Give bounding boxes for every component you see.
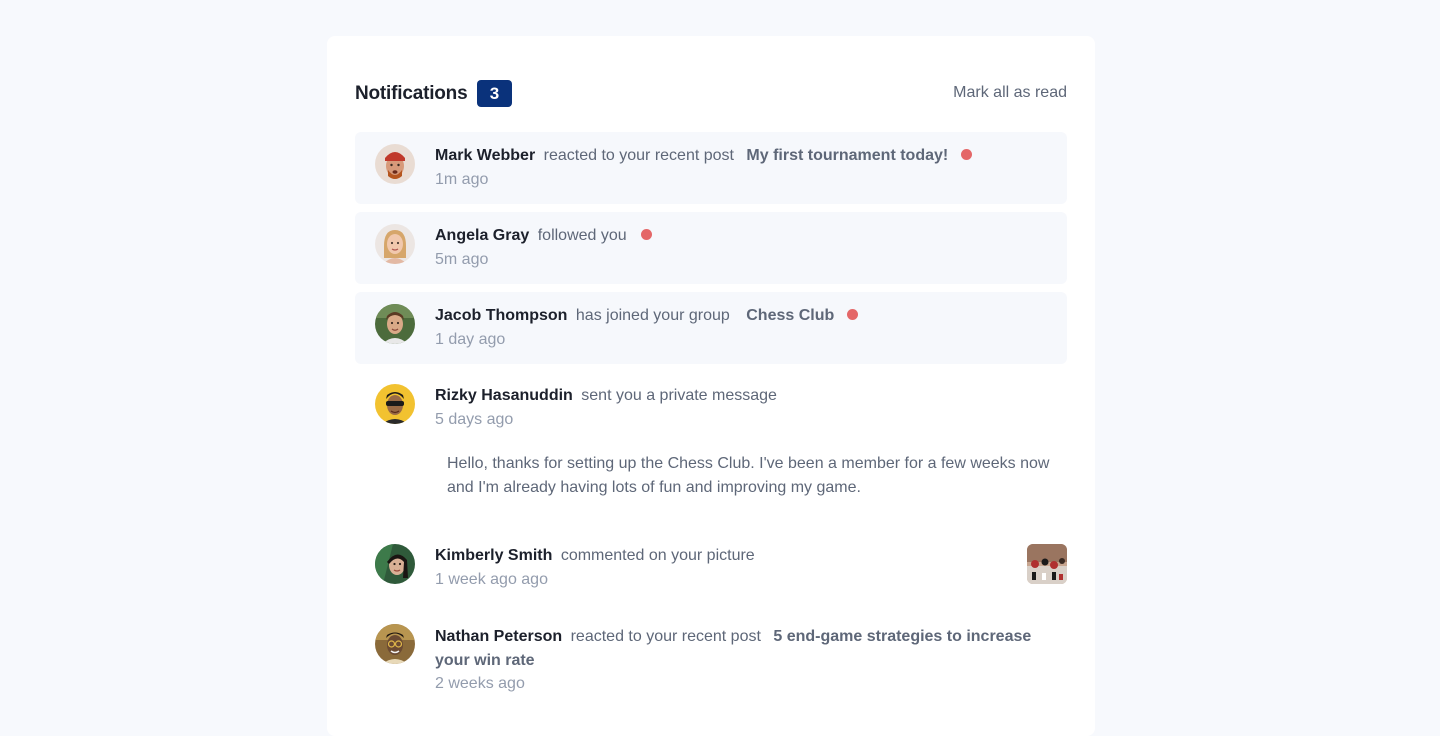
avatar-rizky-hasanuddin[interactable] — [375, 384, 415, 424]
unread-dot-indicator — [641, 229, 653, 240]
page-title: Notifications — [355, 83, 468, 104]
notification-action: reacted to your recent post — [543, 147, 734, 164]
user-name-link[interactable]: Mark Webber — [435, 147, 535, 164]
notification-action: commented on your picture — [560, 547, 755, 564]
unread-dot-indicator — [846, 309, 858, 320]
notification-action: sent you a private message — [581, 387, 777, 404]
avatar-angela-gray[interactable] — [375, 224, 415, 264]
notification-action: has joined your group — [575, 307, 730, 324]
post-link[interactable]: My first tournament today! — [746, 147, 948, 164]
notification-item[interactable]: Angela Gray followed you 5m ago — [355, 212, 1067, 284]
notification-item[interactable]: Jacob Thompson has joined your group Che… — [355, 292, 1067, 364]
notification-item[interactable]: Rizky Hasanuddin sent you a private mess… — [355, 372, 1067, 508]
user-name-link[interactable]: Nathan Peterson — [435, 628, 562, 645]
notification-item[interactable]: Nathan Peterson reacted to your recent p… — [355, 612, 1067, 712]
notification-text: Mark Webber reacted to your recent post … — [435, 145, 972, 167]
commented-picture-thumbnail[interactable] — [1027, 544, 1067, 584]
unread-count-badge: 3 — [477, 80, 512, 107]
private-message-preview[interactable]: Hello, thanks for setting up the Chess C… — [447, 452, 1059, 500]
user-name-link[interactable]: Kimberly Smith — [435, 547, 552, 564]
notification-text: Kimberly Smith commented on your picture — [435, 545, 759, 567]
avatar-kimberly-smith[interactable] — [375, 544, 415, 584]
notification-time: 2 weeks ago — [435, 675, 525, 692]
unread-dot-indicator — [960, 149, 972, 160]
avatar-mark-webber[interactable] — [375, 144, 415, 184]
notifications-card: Notifications 3 Mark all as read Mark We… — [327, 36, 1095, 736]
notification-time: 1 day ago — [435, 331, 506, 348]
notification-time: 1m ago — [435, 171, 489, 188]
notification-time: 5m ago — [435, 251, 489, 268]
notification-text: Nathan Peterson reacted to your recent p… — [435, 625, 1067, 673]
notifications-header: Notifications 3 Mark all as read — [355, 80, 1067, 108]
notification-item[interactable]: Kimberly Smith commented on your picture… — [355, 532, 1067, 604]
user-name-link[interactable]: Rizky Hasanuddin — [435, 387, 573, 404]
avatar-nathan-peterson[interactable] — [375, 624, 415, 664]
notification-time: 1 week ago ago — [435, 571, 548, 588]
group-link[interactable]: Chess Club — [746, 307, 834, 324]
notification-item[interactable]: Mark Webber reacted to your recent post … — [355, 132, 1067, 204]
notification-time: 5 days ago — [435, 411, 514, 428]
notification-text: Angela Gray followed you — [435, 225, 653, 247]
notification-action: reacted to your recent post — [570, 628, 761, 645]
notification-action: followed you — [537, 227, 627, 244]
user-name-link[interactable]: Jacob Thompson — [435, 307, 567, 324]
notification-text: Jacob Thompson has joined your group Che… — [435, 305, 858, 327]
notification-text: Rizky Hasanuddin sent you a private mess… — [435, 385, 781, 407]
user-name-link[interactable]: Angela Gray — [435, 227, 529, 244]
mark-all-as-read-button[interactable]: Mark all as read — [953, 84, 1067, 102]
avatar-jacob-thompson[interactable] — [375, 304, 415, 344]
